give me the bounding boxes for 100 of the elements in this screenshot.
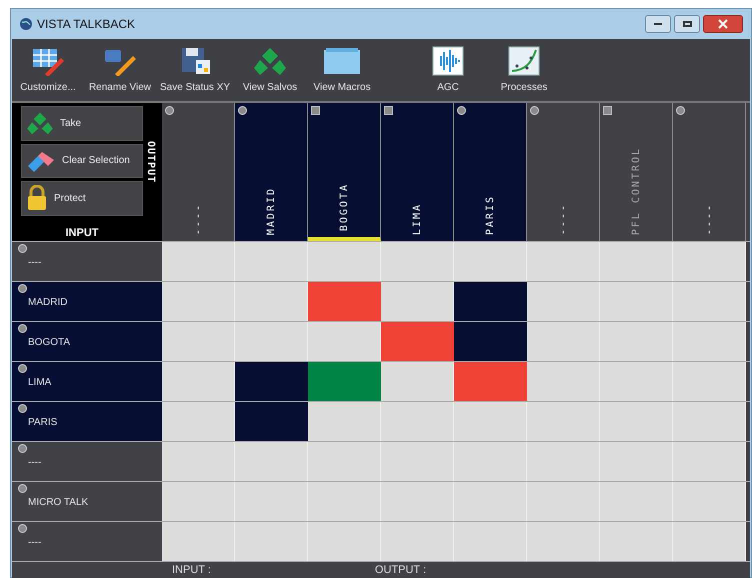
toolbar-button[interactable]: Rename View xyxy=(84,46,156,95)
crosspoint-cell[interactable] xyxy=(527,442,600,481)
toolbar-button[interactable]: Save Status XY xyxy=(156,46,234,95)
crosspoint-cell[interactable] xyxy=(454,282,527,321)
crosspoint-cell[interactable] xyxy=(673,482,746,521)
input-row-header[interactable]: BOGOTA xyxy=(12,322,162,361)
crosspoint-cell[interactable] xyxy=(381,402,454,441)
crosspoint-cell[interactable] xyxy=(527,282,600,321)
column-header[interactable]: PARIS xyxy=(454,103,527,241)
crosspoint-cell[interactable] xyxy=(454,322,527,361)
crosspoint-cell[interactable] xyxy=(162,442,235,481)
crosspoint-cell[interactable] xyxy=(673,522,746,561)
crosspoint-cell[interactable] xyxy=(454,402,527,441)
crosspoint-cell[interactable] xyxy=(162,362,235,401)
column-header[interactable]: PFL CONTROL xyxy=(600,103,673,241)
crosspoint-cell[interactable] xyxy=(381,442,454,481)
action-button[interactable]: Clear Selection xyxy=(21,144,143,178)
table-edit-icon xyxy=(31,46,65,76)
crosspoint-cell[interactable] xyxy=(600,522,673,561)
crosspoint-cell[interactable] xyxy=(381,282,454,321)
crosspoint-cell[interactable] xyxy=(600,282,673,321)
crosspoint-cell[interactable] xyxy=(235,482,308,521)
input-row-header[interactable]: PARIS xyxy=(12,402,162,441)
column-label: PARIS xyxy=(484,194,496,235)
crosspoint-cell[interactable] xyxy=(454,482,527,521)
crosspoint-cell[interactable] xyxy=(673,322,746,361)
column-header[interactable]: ---- xyxy=(673,103,746,241)
column-header[interactable]: ---- xyxy=(162,103,235,241)
input-row-header[interactable]: LIMA xyxy=(12,362,162,401)
crosspoint-cell[interactable] xyxy=(235,362,308,401)
crosspoint-cell[interactable] xyxy=(235,442,308,481)
crosspoint-cell[interactable] xyxy=(162,282,235,321)
crosspoint-cell[interactable] xyxy=(527,482,600,521)
crosspoint-cell[interactable] xyxy=(162,242,235,281)
crosspoint-cell[interactable] xyxy=(381,242,454,281)
minimize-button[interactable] xyxy=(645,15,671,33)
column-header[interactable]: MADRID xyxy=(235,103,308,241)
toolbar-button[interactable]: View Macros xyxy=(306,46,378,95)
eraser-icon xyxy=(26,150,56,172)
toolbar-button[interactable]: Customize... xyxy=(12,46,84,95)
row-label: LIMA xyxy=(27,376,52,390)
crosspoint-cell[interactable] xyxy=(454,522,527,561)
crosspoint-cell[interactable] xyxy=(308,242,381,281)
column-header[interactable]: LIMA xyxy=(381,103,454,241)
crosspoint-cell[interactable] xyxy=(381,522,454,561)
crosspoint-cell[interactable] xyxy=(235,402,308,441)
crosspoint-cell[interactable] xyxy=(162,482,235,521)
crosspoint-cell[interactable] xyxy=(162,522,235,561)
window-title: VISTA TALKBACK xyxy=(37,16,136,33)
close-button[interactable] xyxy=(703,15,743,33)
maximize-button[interactable] xyxy=(674,15,700,33)
crosspoint-cell[interactable] xyxy=(600,402,673,441)
crosspoint-cell[interactable] xyxy=(235,282,308,321)
round-indicator-icon xyxy=(18,444,27,453)
crosspoint-cell[interactable] xyxy=(673,402,746,441)
crosspoint-cell[interactable] xyxy=(600,362,673,401)
crosspoint-cell[interactable] xyxy=(527,242,600,281)
row-label: ---- xyxy=(27,456,42,470)
crosspoint-cell[interactable] xyxy=(308,402,381,441)
crosspoint-cell[interactable] xyxy=(527,322,600,361)
crosspoint-cell[interactable] xyxy=(454,362,527,401)
waveform-icon xyxy=(431,46,466,76)
action-button[interactable]: Protect xyxy=(21,181,143,216)
crosspoint-cell[interactable] xyxy=(162,402,235,441)
crosspoint-cell[interactable] xyxy=(527,362,600,401)
crosspoint-cell[interactable] xyxy=(308,362,381,401)
crosspoint-cell[interactable] xyxy=(381,322,454,361)
column-label: ---- xyxy=(702,202,716,235)
crosspoint-cell[interactable] xyxy=(454,442,527,481)
crosspoint-cell[interactable] xyxy=(308,442,381,481)
crosspoint-cell[interactable] xyxy=(673,362,746,401)
crosspoint-cell[interactable] xyxy=(600,482,673,521)
round-indicator-icon xyxy=(18,524,27,533)
crosspoint-cell[interactable] xyxy=(308,482,381,521)
crosspoint-cell[interactable] xyxy=(600,322,673,361)
crosspoint-cell[interactable] xyxy=(454,242,527,281)
crosspoint-cell[interactable] xyxy=(308,322,381,361)
crosspoint-cell[interactable] xyxy=(527,522,600,561)
crosspoint-cell[interactable] xyxy=(673,282,746,321)
crosspoint-cell[interactable] xyxy=(235,242,308,281)
crosspoint-cell[interactable] xyxy=(673,442,746,481)
column-label: ---- xyxy=(192,202,204,235)
crosspoint-cell[interactable] xyxy=(162,322,235,361)
crosspoint-cell[interactable] xyxy=(381,362,454,401)
crosspoint-cell[interactable] xyxy=(308,282,381,321)
column-header[interactable]: ---- xyxy=(527,103,600,241)
crosspoint-cell[interactable] xyxy=(308,522,381,561)
crosspoint-cell[interactable] xyxy=(235,522,308,561)
toolbar-button[interactable]: Processes xyxy=(488,46,560,95)
column-header[interactable]: BOGOTA xyxy=(308,103,381,241)
crosspoint-cell[interactable] xyxy=(527,402,600,441)
crosspoint-cell[interactable] xyxy=(673,242,746,281)
crosspoint-cell[interactable] xyxy=(600,442,673,481)
crosspoint-cell[interactable] xyxy=(381,482,454,521)
action-button[interactable]: Take xyxy=(21,106,143,140)
input-row-header[interactable]: MADRID xyxy=(12,282,162,321)
crosspoint-cell[interactable] xyxy=(600,242,673,281)
crosspoint-cell[interactable] xyxy=(235,322,308,361)
toolbar-button[interactable]: View Salvos xyxy=(234,46,306,95)
toolbar-button[interactable]: AGC xyxy=(408,46,488,95)
